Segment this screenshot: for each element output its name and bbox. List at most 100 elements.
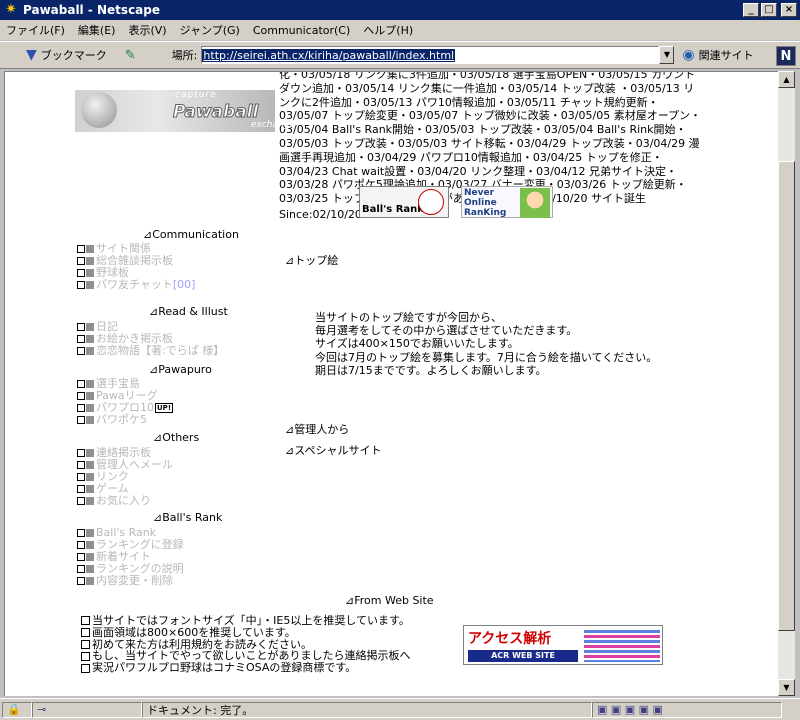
bullet-icon — [86, 347, 94, 355]
minimize-button[interactable]: _ — [743, 3, 759, 17]
status-text-segment: ドキュメント: 完了。 — [142, 701, 592, 718]
nav-heading-read: ⊿Read & Illust — [149, 305, 228, 318]
bullet-icon — [86, 245, 94, 253]
site-notes: 当サイトではフォントサイズ「中」・IE5以上を推奨しています。 画面領域は800… — [81, 615, 410, 674]
checkbox-icon — [77, 392, 85, 400]
checkbox-icon — [81, 628, 90, 638]
nav-heading-others: ⊿Others — [153, 431, 200, 444]
maximize-button[interactable]: □ — [761, 3, 777, 17]
bullet-icon — [86, 497, 94, 505]
checkbox-icon — [77, 473, 85, 481]
nav-item[interactable]: お気に入り — [77, 495, 173, 507]
status-text: ドキュメント: 完了。 — [147, 703, 254, 717]
security-segment[interactable]: 🔒 — [2, 701, 32, 718]
menu-view[interactable]: 表示(V) — [128, 22, 166, 38]
nav-others: 連絡掲示板 管理人へメール リンク ゲーム お気に入り — [77, 447, 173, 507]
nav-communication: サイト関係 総合雑談掲示板 野球板 パワ友チャット [00] — [77, 243, 195, 291]
nav-item[interactable]: 内容変更・削除 — [77, 575, 184, 587]
bullet-icon — [86, 416, 94, 424]
checkbox-icon — [77, 347, 85, 355]
lock-icon[interactable]: 🔒 — [7, 703, 21, 716]
checkbox-icon — [77, 323, 85, 331]
acr-title: アクセス解析 — [468, 631, 552, 647]
baseball-player-icon — [81, 92, 117, 128]
scroll-down-button[interactable]: ▼ — [778, 679, 795, 696]
checkbox-icon — [77, 257, 85, 265]
close-button[interactable]: × — [781, 3, 797, 17]
checkbox-icon — [77, 485, 85, 493]
checkbox-icon — [81, 616, 90, 626]
never-online-text: Never Online RanKing — [464, 188, 507, 218]
checkbox-icon — [77, 461, 85, 469]
nav-item[interactable]: 恋恋物語【著:でらぱ 様】 — [77, 345, 224, 357]
admin-heading: ⊿管理人から — [285, 423, 350, 436]
menu-bar: ファイル(F) 編集(E) 表示(V) ジャンプ(G) Communicator… — [0, 20, 800, 40]
nav-item[interactable]: 総合雑談掲示板 — [77, 255, 195, 267]
menu-file[interactable]: ファイル(F) — [6, 22, 65, 38]
component-icons[interactable]: ▣ ▣ ▣ ▣ ▣ — [597, 703, 663, 716]
related-sites-button[interactable]: 関連サイト — [699, 47, 754, 63]
logo-subtext-2: exchange — [251, 120, 295, 130]
site-logo[interactable]: capture Pawaball exchange — [75, 90, 295, 132]
nav-pawapuro: 選手宝島 Pawaリーグ パワプロ10 UP! パワポケ5 — [77, 378, 174, 426]
bullet-icon — [86, 404, 94, 412]
netscape-logo-icon: N — [776, 46, 796, 66]
connection-segment: ⊸ — [32, 701, 142, 718]
location-pin-icon[interactable]: ✎ — [125, 48, 136, 63]
menu-go[interactable]: ジャンプ(G) — [180, 22, 240, 38]
menu-help[interactable]: ヘルプ(H) — [363, 22, 413, 38]
checkbox-icon — [81, 663, 90, 673]
player-character-icon — [418, 189, 444, 215]
netscape-icon: ✷ — [5, 2, 17, 17]
checkbox-icon — [77, 404, 85, 412]
note-item: 実況パワフルプロ野球はコナミOSAの登録商標です。 — [81, 662, 410, 674]
menu-edit[interactable]: 編集(E) — [78, 22, 116, 38]
bullet-icon — [86, 529, 94, 537]
nav-item[interactable]: パワポケ5 — [77, 414, 173, 426]
access-analysis-banner[interactable]: アクセス解析 ACR WEB SITE — [463, 625, 663, 665]
url-text[interactable]: http://seirei.ath.cx/kiriha/pawaball/ind… — [202, 48, 456, 62]
anime-character-icon — [520, 188, 550, 218]
scroll-thumb[interactable] — [778, 161, 795, 631]
up-badge: UP! — [155, 403, 174, 413]
bookmark-button[interactable]: ブックマーク — [41, 47, 107, 63]
bullet-icon — [86, 269, 94, 277]
location-label: 場所: — [171, 49, 198, 62]
bookmark-icon[interactable]: ▼ — [26, 47, 37, 63]
nav-item[interactable]: パワ友チャット [00] — [77, 279, 195, 291]
bullet-icon — [86, 565, 94, 573]
location-toolbar: ▼ ブックマーク ✎ 場所: http://seirei.ath.cx/kiri… — [0, 41, 800, 69]
window-title: Pawaball - Netscape — [23, 3, 161, 17]
since-date: Since:02/10/20 — [279, 208, 362, 221]
nav-heading-communication: ⊿Communication — [143, 228, 239, 241]
page-content: 化・03/05/18 リンク集に3件追加・03/05/18 選手宝島OPEN・0… — [4, 71, 778, 696]
checkbox-icon — [77, 245, 85, 253]
checkbox-icon — [77, 553, 85, 561]
bullet-icon — [86, 473, 94, 481]
logo-subtext: capture — [175, 90, 217, 100]
related-sites-icon[interactable]: ◉ — [682, 47, 694, 63]
bullet-icon — [86, 257, 94, 265]
top-illust-message: 当サイトのトップ絵ですが今回から、 毎月選考をしてその中から選ばさせていただきま… — [315, 311, 658, 377]
scroll-up-button[interactable]: ▲ — [778, 71, 795, 88]
balls-rank-banner-text: Ball's Rank — [362, 204, 424, 215]
checkbox-icon — [77, 541, 85, 549]
balls-rank-banner[interactable]: Ball's Rank — [359, 186, 449, 218]
note-item: 画面領域は800×600を推奨しています。 — [81, 626, 410, 639]
url-dropdown-button[interactable]: ▼ — [659, 46, 675, 64]
url-input[interactable]: http://seirei.ath.cx/kiriha/pawaball/ind… — [201, 46, 660, 64]
vertical-scrollbar[interactable]: ▲ ▼ — [778, 71, 795, 696]
checkbox-icon — [81, 639, 90, 649]
bullet-icon — [86, 335, 94, 343]
menu-communicator[interactable]: Communicator(C) — [253, 24, 350, 37]
special-site-heading: ⊿スペシャルサイト — [285, 444, 382, 457]
bullet-icon — [86, 461, 94, 469]
bullet-icon — [86, 553, 94, 561]
title-bar: ✷ Pawaball - Netscape _ □ × — [0, 0, 800, 20]
bullet-icon — [86, 449, 94, 457]
bullet-icon — [86, 323, 94, 331]
top-illust-heading: ⊿トップ絵 — [285, 254, 339, 267]
never-online-ranking-banner[interactable]: Never Online RanKing — [461, 186, 553, 218]
bullet-icon — [86, 380, 94, 388]
checkbox-icon — [77, 416, 85, 424]
